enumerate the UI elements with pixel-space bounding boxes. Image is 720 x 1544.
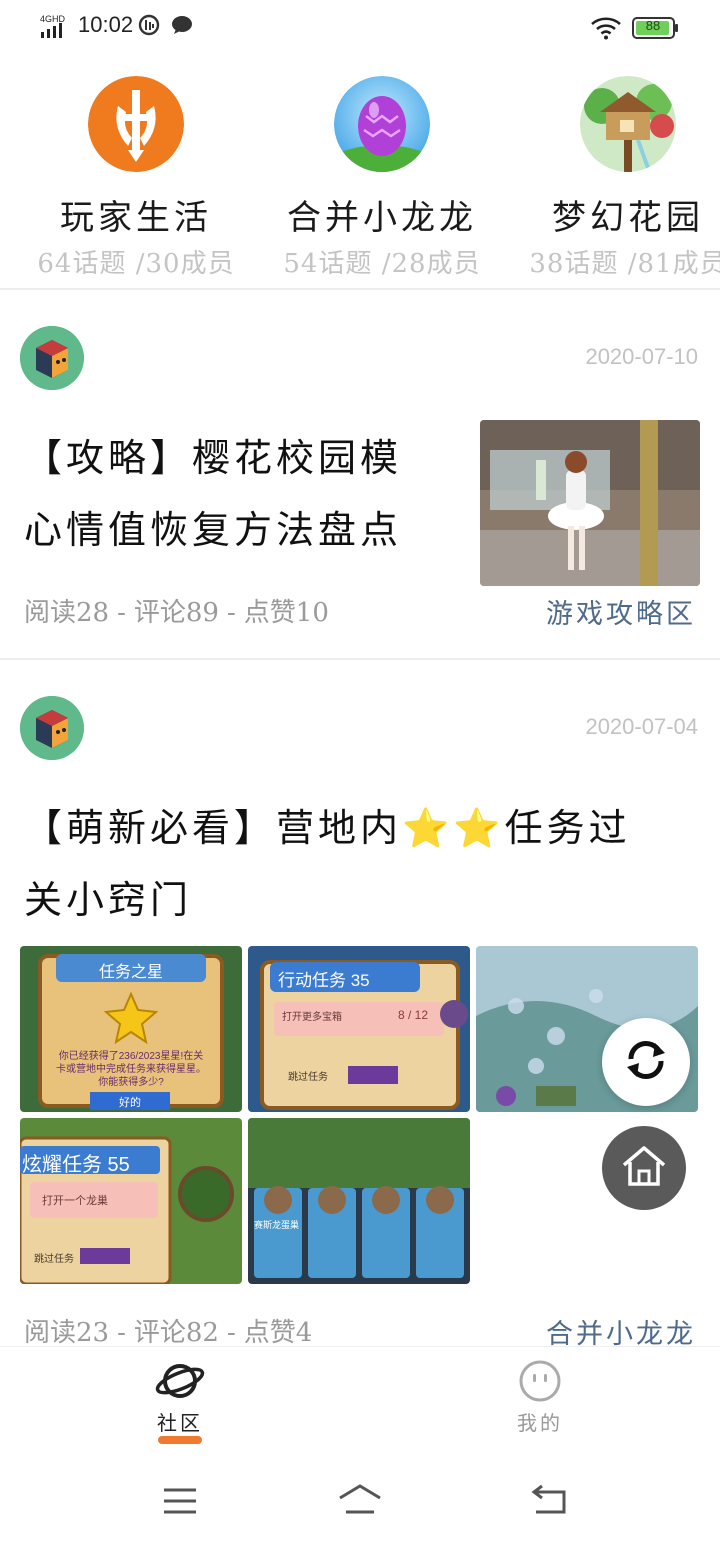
refresh-button[interactable] (602, 1018, 690, 1106)
post-image[interactable]: 赛斯龙蛋巢 (248, 1118, 470, 1284)
post-category-tag[interactable]: 游戏攻略区 (546, 592, 696, 631)
read-count: 阅读23 (24, 1318, 110, 1348)
post-title[interactable]: 【攻略】樱花校园模 心情值恢复方法盘点 (24, 422, 402, 566)
image-heading: 行动任务 35 (278, 971, 370, 990)
post-image[interactable]: 行动任务 35 打开更多宝箱 8 / 12 跳过任务 (248, 946, 470, 1112)
image-button: 跳过任务 (34, 1254, 74, 1265)
image-body: 打开更多宝箱 (282, 1012, 342, 1023)
tab-mine[interactable]: 我的 (480, 1359, 600, 1436)
post-date: 2020-07-10 (585, 344, 698, 369)
group-card-player-life[interactable]: 玩家生活 64话题 /30成员 (16, 70, 256, 280)
group-name: 合并小龙龙 (287, 198, 477, 238)
read-count: 阅读28 (24, 598, 110, 628)
home-float-button[interactable] (602, 1126, 686, 1210)
post-title-line: 关小窍门 (24, 878, 193, 922)
planet-icon (120, 1359, 240, 1407)
group-stats: 54话题 /28成员 (283, 249, 481, 279)
group-name: 梦幻花园 (552, 198, 704, 238)
post-title-line: 心情值恢复方法盘点 (24, 508, 403, 552)
chat-bubble-icon (170, 14, 194, 41)
post-image[interactable]: 炫耀任务 55 打开一个龙巢 跳过任务 (20, 1118, 242, 1284)
group-avatar-egg (334, 76, 430, 172)
network-type: 4GHD (40, 14, 66, 24)
refresh-icon (621, 1035, 671, 1089)
user-avatar[interactable] (20, 696, 84, 760)
image-button: 好的 (119, 1097, 141, 1109)
wifi-icon (590, 16, 622, 45)
group-avatar-sword (88, 76, 184, 172)
post-thumbnail-image[interactable] (480, 420, 700, 586)
image-button: 跳过任务 (288, 1072, 328, 1083)
battery-level: 88 (645, 18, 661, 33)
image-heading: 任务之星 (98, 964, 163, 981)
post-image[interactable]: 任务之星 你已经获得了236/2023星星!在关卡或营地中完成任务来获得星星。你… (20, 946, 242, 1112)
bottom-tab-bar: 社区 我的 (0, 1346, 720, 1446)
menu-icon[interactable] (160, 1486, 200, 1520)
divider (0, 288, 720, 290)
active-tab-indicator (158, 1436, 202, 1444)
face-icon (480, 1359, 600, 1407)
user-avatar[interactable] (20, 326, 84, 390)
post-stats: 阅读23- 评论82- 点赞4 (24, 1318, 313, 1348)
back-icon[interactable] (528, 1484, 570, 1520)
group-stats: 38话题 /81成员 (529, 249, 720, 279)
like-count: 点赞10 (243, 598, 329, 628)
divider (0, 658, 720, 660)
tab-label: 社区 (157, 1411, 203, 1435)
tab-label: 我的 (517, 1411, 563, 1435)
post-title-line: 【攻略】樱花校园模 (24, 436, 403, 480)
comment-count: 评论89 (133, 598, 219, 628)
battery-icon: 88 (632, 17, 680, 39)
tab-community[interactable]: 社区 (120, 1359, 240, 1444)
status-bar: 4GHD 10:02 88 (0, 0, 720, 56)
image-heading: 炫耀任务 55 (22, 1154, 130, 1176)
like-count: 点赞4 (243, 1318, 313, 1348)
post-title[interactable]: 【萌新必看】营地内⭐⭐任务过 关小窍门 (24, 792, 704, 936)
image-body: 你已经获得了236/2023星星!在关卡或营地中完成任务来获得星星。你能获得多少… (56, 1051, 206, 1088)
post-date: 2020-07-04 (585, 714, 698, 739)
data-saver-icon (138, 14, 160, 41)
image-body: 打开一个龙巢 (42, 1195, 108, 1207)
group-name: 玩家生活 (60, 198, 212, 238)
group-stats: 64话题 /30成员 (37, 249, 235, 279)
image-counter: 8 / 12 (398, 1008, 429, 1022)
group-card-merge-dragon[interactable]: 合并小龙龙 54话题 /28成员 (262, 70, 502, 280)
image-heading: 赛斯龙蛋巢 (254, 1220, 300, 1230)
system-navigation-bar (0, 1456, 720, 1544)
group-card-dream-garden[interactable]: 梦幻花园 38话题 /81成员 (508, 70, 720, 280)
post-title-line: 【萌新必看】营地内⭐⭐任务过 (24, 806, 631, 850)
home-icon[interactable] (336, 1482, 384, 1520)
home-icon (619, 1143, 669, 1193)
comment-count: 评论82 (133, 1318, 219, 1348)
group-avatar-treehouse (580, 76, 676, 172)
clock: 10:02 (78, 12, 134, 37)
signal-icon: 4GHD (40, 14, 72, 38)
group-carousel[interactable]: 玩家生活 64话题 /30成员 合并小龙龙 54话题 /28成员 梦幻花园 38… (0, 70, 720, 290)
post-stats: 阅读28- 评论89- 点赞10 (24, 598, 329, 628)
